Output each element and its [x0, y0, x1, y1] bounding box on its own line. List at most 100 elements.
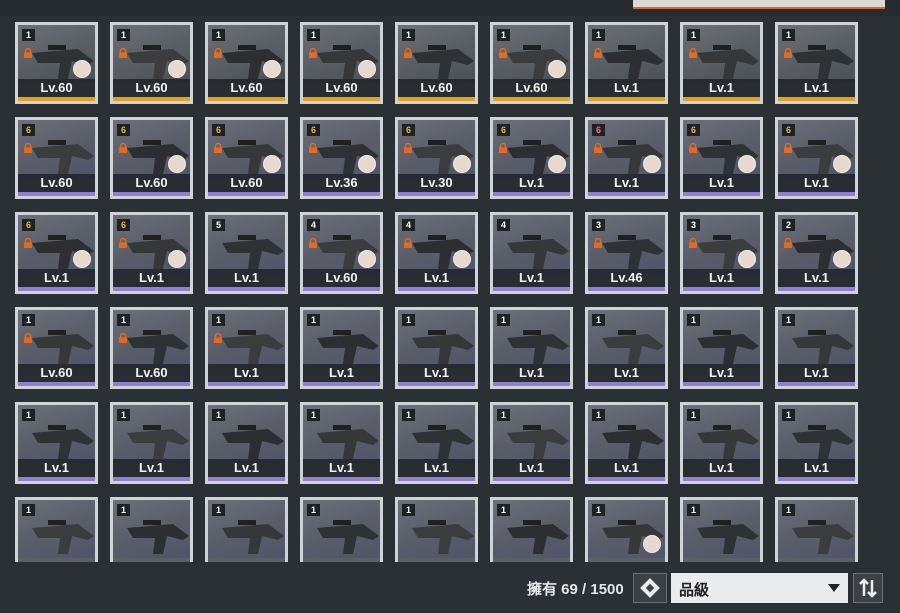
- sort-order-button[interactable]: [853, 573, 883, 603]
- weapon-card[interactable]: 1 Lv.1: [300, 402, 383, 484]
- weapon-card[interactable]: 3 Lv.46: [585, 212, 668, 294]
- weapon-card[interactable]: 1 Lv.1: [585, 307, 668, 389]
- rank-badge: 1: [307, 409, 320, 421]
- rank-badge: 6: [497, 124, 510, 136]
- padlock-icon: [403, 235, 413, 248]
- weapon-card[interactable]: 1 Lv.1: [680, 22, 763, 104]
- padlock-icon: [498, 45, 508, 58]
- rank-badge: 1: [687, 314, 700, 326]
- weapon-card[interactable]: 1 Lv.60: [205, 22, 288, 104]
- padlock-icon: [213, 330, 223, 343]
- weapon-card[interactable]: 6 Lv.1: [15, 212, 98, 294]
- weapon-card[interactable]: 4 Lv.1: [490, 212, 573, 294]
- weapon-card[interactable]: 1 Lv.1: [585, 402, 668, 484]
- weapon-card[interactable]: 1: [585, 497, 668, 562]
- weapon-card[interactable]: 6 Lv.1: [680, 117, 763, 199]
- weapon-card[interactable]: 1 Lv.1: [680, 307, 763, 389]
- rarity-bar: [493, 192, 570, 196]
- padlock-icon: [593, 235, 603, 248]
- weapon-card[interactable]: 1: [110, 497, 193, 562]
- filter-button[interactable]: [633, 573, 667, 603]
- weapon-card[interactable]: 1 Lv.1: [205, 402, 288, 484]
- weapon-card[interactable]: 6 Lv.36: [300, 117, 383, 199]
- weapon-card[interactable]: 1 Lv.1: [490, 402, 573, 484]
- weapon-card[interactable]: 6 Lv.1: [775, 117, 858, 199]
- weapon-card[interactable]: 6 Lv.1: [585, 117, 668, 199]
- rarity-bar: [208, 97, 285, 101]
- weapon-card[interactable]: 3 Lv.1: [680, 212, 763, 294]
- weapon-silhouette-icon: [412, 330, 474, 364]
- weapon-card[interactable]: 1 Lv.1: [205, 307, 288, 389]
- weapon-card[interactable]: 1: [300, 497, 383, 562]
- weapon-level: Lv.1: [208, 459, 285, 477]
- rank-badge: 1: [22, 409, 35, 421]
- weapon-level: Lv.60: [18, 174, 95, 192]
- weapon-card[interactable]: 1 Lv.1: [680, 402, 763, 484]
- rank-badge: 1: [782, 314, 795, 326]
- weapon-card[interactable]: 4 Lv.60: [300, 212, 383, 294]
- weapon-card[interactable]: 1 Lv.60: [15, 22, 98, 104]
- weapon-card[interactable]: 1: [395, 497, 478, 562]
- weapon-level: Lv.60: [113, 364, 190, 382]
- weapon-silhouette-icon: [222, 330, 284, 364]
- weapon-level: Lv.1: [683, 269, 760, 287]
- rank-badge: 1: [592, 504, 605, 516]
- rank-badge: 1: [307, 314, 320, 326]
- rank-badge: 1: [117, 504, 130, 516]
- weapon-card[interactable]: 1 Lv.1: [300, 307, 383, 389]
- weapon-card[interactable]: 1 Lv.60: [110, 307, 193, 389]
- weapon-card[interactable]: 6 Lv.1: [110, 212, 193, 294]
- weapon-silhouette-icon: [507, 425, 569, 459]
- weapon-card[interactable]: 1: [205, 497, 288, 562]
- character-avatar: [643, 155, 661, 173]
- weapon-silhouette-icon: [127, 425, 189, 459]
- rarity-bar: [113, 287, 190, 291]
- rarity-bar: [18, 97, 95, 101]
- weapon-card[interactable]: 6 Lv.1: [490, 117, 573, 199]
- rank-badge: 6: [22, 219, 35, 231]
- weapon-level: Lv.1: [683, 174, 760, 192]
- weapon-silhouette-icon: [412, 45, 474, 79]
- rarity-bar: [588, 192, 665, 196]
- weapon-card[interactable]: 1 Lv.1: [775, 22, 858, 104]
- rarity-bar: [588, 382, 665, 386]
- rank-badge: 4: [497, 219, 510, 231]
- weapon-card[interactable]: 1: [490, 497, 573, 562]
- weapon-card[interactable]: 1: [680, 497, 763, 562]
- weapon-card[interactable]: 1: [15, 497, 98, 562]
- weapon-card[interactable]: 1 Lv.1: [15, 402, 98, 484]
- weapon-level: Lv.1: [113, 459, 190, 477]
- weapon-card[interactable]: 1 Lv.1: [110, 402, 193, 484]
- weapon-card[interactable]: 6 Lv.60: [15, 117, 98, 199]
- weapon-card[interactable]: 1: [775, 497, 858, 562]
- character-avatar: [73, 250, 91, 268]
- weapon-card[interactable]: 1 Lv.60: [110, 22, 193, 104]
- weapon-card[interactable]: 4 Lv.1: [395, 212, 478, 294]
- weapon-card[interactable]: 1 Lv.60: [490, 22, 573, 104]
- weapon-card[interactable]: 6 Lv.60: [110, 117, 193, 199]
- weapon-card[interactable]: 2 Lv.1: [775, 212, 858, 294]
- weapon-level: Lv.1: [398, 459, 475, 477]
- weapon-card[interactable]: 6 Lv.60: [205, 117, 288, 199]
- weapon-card[interactable]: 1 Lv.60: [395, 22, 478, 104]
- weapon-card[interactable]: 1 Lv.60: [300, 22, 383, 104]
- rarity-bar: [493, 477, 570, 481]
- weapon-card[interactable]: 1 Lv.1: [775, 402, 858, 484]
- weapon-card[interactable]: 5 Lv.1: [205, 212, 288, 294]
- owned-count: 擁有 69 / 1500: [527, 581, 624, 598]
- padlock-icon: [688, 45, 698, 58]
- weapon-card[interactable]: 1 Lv.1: [775, 307, 858, 389]
- weapon-card[interactable]: 1 Lv.1: [395, 402, 478, 484]
- weapon-card[interactable]: 1 Lv.60: [15, 307, 98, 389]
- weapon-level: Lv.36: [303, 174, 380, 192]
- weapon-card[interactable]: 1 Lv.1: [490, 307, 573, 389]
- weapon-level: Lv.1: [493, 269, 570, 287]
- weapon-card[interactable]: 6 Lv.30: [395, 117, 478, 199]
- rarity-bar: [493, 97, 570, 101]
- top-tab-indicator[interactable]: [633, 0, 885, 9]
- weapon-card[interactable]: 1 Lv.1: [585, 22, 668, 104]
- rarity-bar: [303, 382, 380, 386]
- weapon-card[interactable]: 1 Lv.1: [395, 307, 478, 389]
- padlock-icon: [118, 235, 128, 248]
- sort-select[interactable]: 品級: [671, 573, 848, 603]
